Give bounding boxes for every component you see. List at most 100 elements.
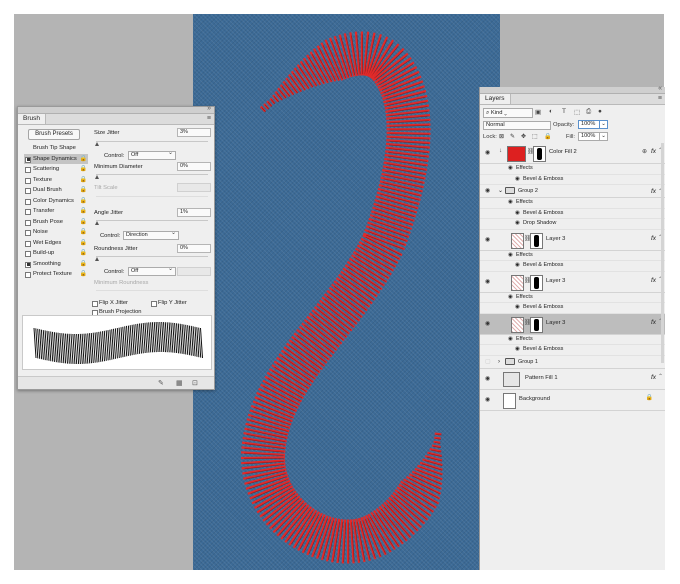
lock-icon[interactable]: 🔒: [80, 206, 87, 217]
checkbox[interactable]: [25, 177, 31, 184]
brush-panel[interactable]: » Brush ≡ Brush Presets Brush Tip Shape S…: [17, 105, 215, 390]
effects-row[interactable]: ◉ Effects: [480, 198, 665, 209]
brush-setting-transfer[interactable]: Transfer 🔒: [24, 206, 88, 217]
effects-row[interactable]: ◉ Effects: [480, 335, 665, 345]
lock-icon[interactable]: 🔒: [646, 394, 653, 401]
brush-setting-build-up[interactable]: Build-up 🔒: [24, 248, 88, 259]
layer-row[interactable]: ◉ Background 🔒: [480, 389, 665, 411]
lock-icon[interactable]: 🔒: [80, 164, 87, 175]
control-1-select[interactable]: Off: [128, 150, 176, 160]
layers-panel[interactable]: « Layers ≡ ⌕ Kind ⌄ ▣ ◐ T ⬚ ⎙ ● Normal O…: [479, 85, 665, 570]
panel-menu-icon[interactable]: ≡: [658, 95, 662, 103]
layer-mask-thumbnail[interactable]: [530, 316, 543, 333]
lock-icon[interactable]: 🔒: [80, 227, 87, 238]
checkbox[interactable]: [25, 188, 31, 194]
chevron-down-icon[interactable]: ⌄: [498, 185, 503, 197]
brush-setting-color-dynamics[interactable]: Color Dynamics 🔒: [24, 196, 88, 207]
lock-position-icon[interactable]: ✥: [521, 133, 526, 140]
control-2-select[interactable]: Direction: [123, 230, 179, 240]
effect-visibility-eye-icon[interactable]: ◉: [515, 175, 520, 185]
lock-icon[interactable]: 🔒: [80, 238, 87, 249]
minimum-diameter-slider-thumb[interactable]: [95, 175, 99, 179]
fill-chevron-icon[interactable]: ⌄: [599, 132, 608, 141]
effect-row[interactable]: ◉ Bevel & Emboss: [480, 209, 665, 219]
size-jitter-slider-thumb[interactable]: [95, 142, 99, 146]
brush-setting-wet-edges[interactable]: Wet Edges 🔒: [24, 238, 88, 249]
lock-icon[interactable]: 🔒: [80, 259, 87, 270]
checkbox[interactable]: [25, 156, 31, 163]
checkbox[interactable]: [25, 230, 31, 236]
color-fill-thumbnail[interactable]: [507, 146, 526, 162]
visibility-eye-icon[interactable]: ◉: [485, 236, 490, 243]
effect-visibility-eye-icon[interactable]: ◉: [508, 335, 513, 345]
opacity-chevron-icon[interactable]: ⌄: [599, 120, 608, 129]
size-jitter-value[interactable]: 3%: [177, 128, 211, 137]
roundness-jitter-slider-thumb[interactable]: [95, 257, 99, 261]
effect-row[interactable]: ◉ Bevel & Emboss: [480, 303, 665, 314]
fx-icon[interactable]: fx: [651, 374, 656, 381]
minimum-diameter-value[interactable]: 0%: [177, 162, 211, 171]
filter-toggle-icon[interactable]: ●: [598, 108, 602, 115]
lock-icon[interactable]: 🔒: [80, 154, 87, 165]
layer-row[interactable]: ◉↓⛓Color Fill 2⊕fx⌃: [480, 143, 665, 164]
layer-name[interactable]: Layer 3: [546, 320, 565, 326]
effect-visibility-eye-icon[interactable]: ◉: [515, 303, 520, 313]
effect-visibility-eye-icon[interactable]: ◉: [515, 261, 520, 271]
brush-presets-button[interactable]: Brush Presets: [28, 129, 80, 140]
brush-setting-shape-dynamics[interactable]: Shape Dynamics 🔒: [24, 153, 88, 165]
layer-name[interactable]: Layer 3: [546, 278, 565, 284]
effect-row[interactable]: ◉ Drop Shadow: [480, 219, 665, 230]
pixel-filter-icon[interactable]: ▣: [535, 108, 541, 116]
lock-icon[interactable]: 🔒: [80, 217, 87, 228]
new-brush-icon[interactable]: ⊡: [192, 379, 198, 387]
layer-row[interactable]: ◉ Pattern Fill 1 fx ⌃: [480, 368, 665, 390]
layer-name[interactable]: Background: [519, 396, 550, 402]
visibility-eye-icon[interactable]: ◉: [485, 278, 490, 285]
control-3-select[interactable]: Off: [128, 266, 176, 276]
roundness-jitter-value[interactable]: 0%: [177, 244, 211, 253]
group-row[interactable]: ◉⌄Group 2fx⌃: [480, 185, 665, 198]
layer-thumbnail[interactable]: [511, 232, 524, 249]
layer-name[interactable]: Layer 3: [546, 236, 565, 242]
checkbox[interactable]: [25, 240, 31, 247]
layer-mask-thumbnail[interactable]: [533, 146, 546, 162]
brush-setting-dual-brush[interactable]: Dual Brush 🔒: [24, 185, 88, 196]
toggle-live-tip-icon[interactable]: ✎: [158, 379, 164, 387]
brush-tab[interactable]: Brush: [18, 114, 46, 124]
layer-name[interactable]: Color Fill 2: [549, 149, 577, 155]
lock-pixels-icon[interactable]: ✎: [510, 133, 515, 140]
expand-arrow-icon[interactable]: ⌃: [658, 373, 663, 380]
layer-mask-thumbnail[interactable]: [530, 274, 543, 291]
minimum-diameter-slider[interactable]: [96, 174, 208, 175]
lock-icon[interactable]: 🔒: [80, 175, 87, 186]
angle-jitter-slider-thumb[interactable]: [95, 221, 99, 225]
visibility-eye-icon[interactable]: ◉: [485, 185, 490, 197]
collapse-icon[interactable]: «: [658, 85, 662, 92]
group-name[interactable]: Group 2: [518, 185, 538, 197]
fx-icon[interactable]: fx: [651, 277, 656, 284]
lock-icon[interactable]: 🔒: [80, 248, 87, 259]
effect-row[interactable]: ◉ Bevel & Emboss: [480, 345, 665, 356]
background-thumbnail[interactable]: [503, 392, 516, 409]
brush-setting-protect-texture[interactable]: Protect Texture 🔒: [24, 269, 88, 280]
brush-panel-title-strip[interactable]: »: [18, 105, 214, 114]
brush-setting-brush-tip-shape[interactable]: Brush Tip Shape: [24, 143, 88, 154]
visibility-empty-icon[interactable]: ▢: [485, 356, 491, 368]
group-name[interactable]: Group 1: [518, 356, 538, 368]
effect-visibility-eye-icon[interactable]: ◉: [508, 198, 513, 208]
fx-icon[interactable]: fx: [651, 186, 656, 198]
effects-row[interactable]: ◉ Effects: [480, 293, 665, 303]
checkbox[interactable]: [25, 167, 31, 173]
kind-filter-select[interactable]: ⌕ Kind ⌄: [483, 108, 533, 118]
effect-visibility-eye-icon[interactable]: ◉: [515, 219, 520, 229]
effect-row[interactable]: ◉ Bevel & Emboss: [480, 261, 665, 272]
lock-icon[interactable]: 🔒: [80, 185, 87, 196]
brush-setting-scattering[interactable]: Scattering 🔒: [24, 164, 88, 175]
brush-setting-noise[interactable]: Noise 🔒: [24, 227, 88, 238]
opacity-field[interactable]: 100%: [578, 120, 600, 129]
layer-name[interactable]: Pattern Fill 1: [525, 375, 558, 381]
effects-row[interactable]: ◉ Effects: [480, 251, 665, 261]
flip-y-jitter-checkbox[interactable]: Flip Y Jitter: [151, 300, 187, 307]
layers-scrollbar[interactable]: [661, 143, 664, 363]
layer-row[interactable]: ◉⛓Layer 3fx⌃: [480, 271, 665, 293]
